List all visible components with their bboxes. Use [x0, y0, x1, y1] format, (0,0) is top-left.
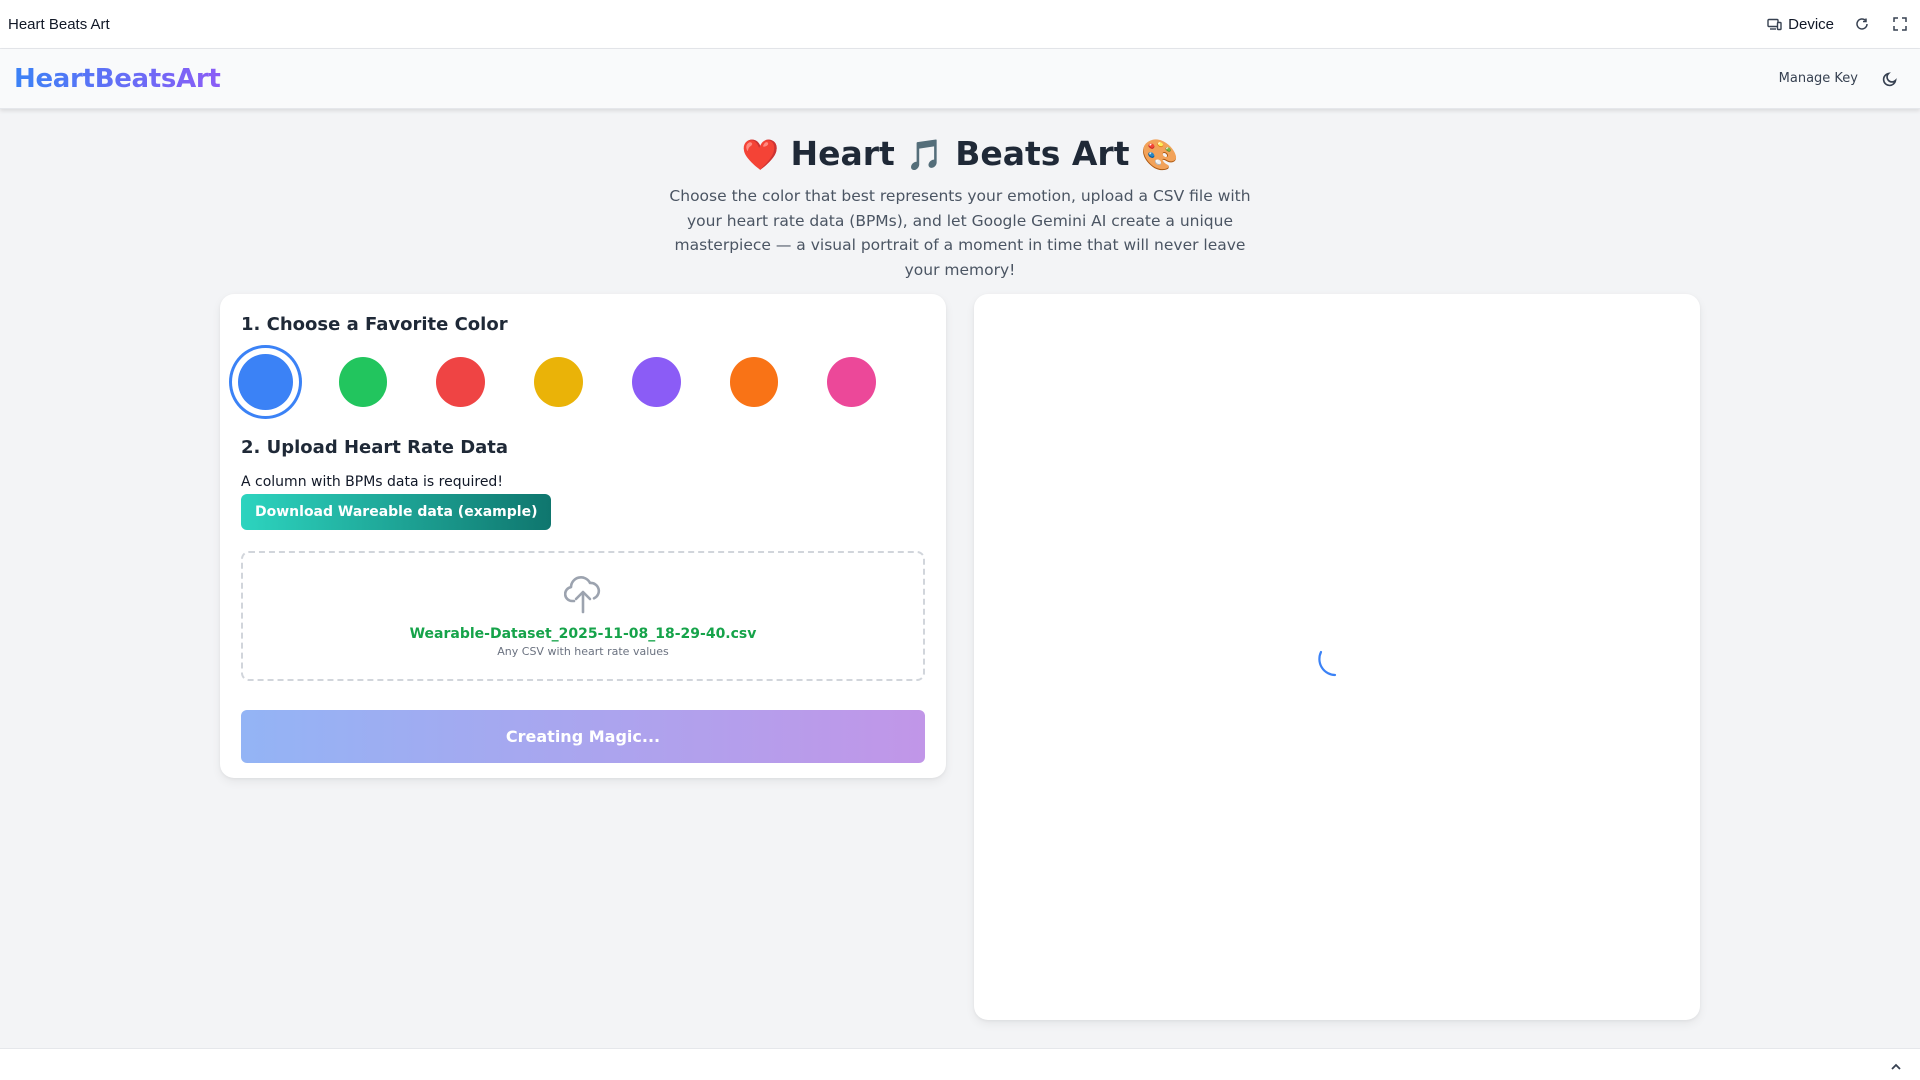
- color-swatch-green[interactable]: [338, 357, 388, 407]
- brand-logo[interactable]: HeartBeatsArt: [14, 64, 221, 94]
- palette-emoji: 🎨: [1141, 138, 1179, 173]
- header-actions: Manage Key: [1779, 69, 1900, 89]
- art-preview-card: [974, 294, 1700, 1020]
- music-note-emoji: 🎵: [906, 138, 944, 173]
- uploaded-file-name: Wearable-Dataset_2025-11-08_18-29-40.csv: [409, 626, 757, 642]
- create-art-button[interactable]: Creating Magic...: [241, 710, 925, 763]
- bottom-bar: [0, 1048, 1920, 1080]
- top-bar: Heart Beats Art Device: [0, 0, 1920, 49]
- hero-section: ❤️ Heart 🎵 Beats Art 🎨 Choose the color …: [0, 132, 1920, 282]
- page-description: Choose the color that best represents yo…: [669, 187, 1251, 279]
- device-icon: [1767, 18, 1782, 31]
- refresh-icon: [1855, 17, 1869, 31]
- color-swatch-yellow[interactable]: [534, 357, 583, 407]
- manage-key-button[interactable]: Manage Key: [1779, 71, 1858, 86]
- moon-icon: [1882, 71, 1898, 87]
- page-title: ❤️ Heart 🎵 Beats Art 🎨: [0, 132, 1920, 178]
- loading-spinner-icon: [1316, 640, 1354, 678]
- color-section-title: 1. Choose a Favorite Color: [241, 314, 508, 335]
- device-button[interactable]: Device: [1767, 16, 1834, 33]
- title-word-beats-art: Beats Art: [955, 134, 1130, 173]
- color-swatch-orange[interactable]: [729, 357, 779, 407]
- color-swatch-pink[interactable]: [827, 357, 876, 407]
- download-example-button[interactable]: Download Wareable data (example): [241, 494, 552, 530]
- top-bar-actions: Device: [1767, 14, 1910, 34]
- file-hint: Any CSV with heart rate values: [497, 645, 669, 658]
- theme-toggle-button[interactable]: [1880, 69, 1900, 89]
- color-swatch-purple[interactable]: [631, 357, 681, 407]
- color-swatch-blue[interactable]: [235, 351, 296, 413]
- refresh-button[interactable]: [1852, 14, 1872, 34]
- chevron-up-icon[interactable]: [1890, 1057, 1902, 1076]
- color-swatches: [235, 349, 925, 415]
- cloud-upload-icon: [563, 574, 602, 618]
- upload-section-title: 2. Upload Heart Rate Data: [241, 437, 509, 458]
- fullscreen-icon: [1893, 17, 1907, 31]
- device-label: Device: [1788, 15, 1834, 33]
- title-word-heart: Heart: [790, 134, 895, 173]
- fullscreen-button[interactable]: [1890, 14, 1910, 34]
- heart-emoji: ❤️: [741, 138, 779, 173]
- upload-requirement-note: A column with BPMs data is required!: [241, 474, 503, 490]
- csv-dropzone[interactable]: Wearable-Dataset_2025-11-08_18-29-40.csv…: [241, 551, 925, 681]
- app-header: HeartBeatsArt Manage Key: [0, 49, 1920, 109]
- window-title: Heart Beats Art: [8, 15, 110, 33]
- input-card: 1. Choose a Favorite Color 2. Upload Hea…: [220, 294, 946, 778]
- color-swatch-red[interactable]: [436, 357, 486, 407]
